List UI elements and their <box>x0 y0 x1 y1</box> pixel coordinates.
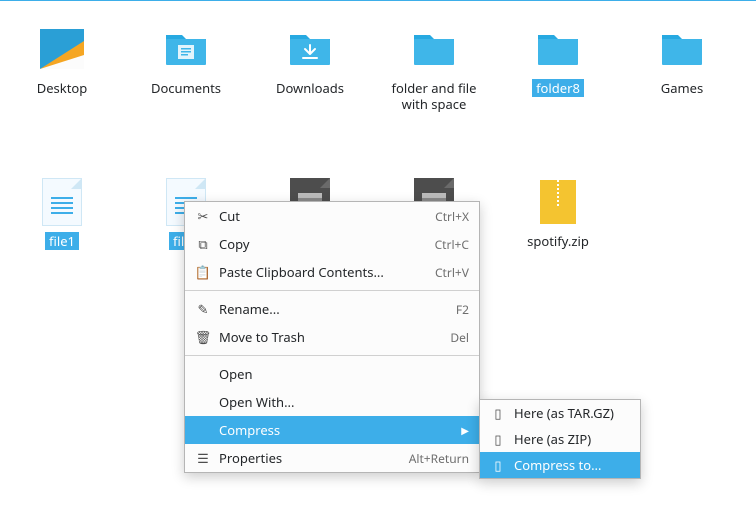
item-games[interactable]: Games <box>620 25 744 114</box>
menu-open[interactable]: Open <box>185 360 479 388</box>
desktop-icon <box>38 25 86 73</box>
menu-properties[interactable]: ☰ Properties Alt+Return <box>185 444 479 472</box>
menu-open-with[interactable]: Open With... <box>185 388 479 416</box>
menu-shortcut: F2 <box>456 301 469 318</box>
menu-rename[interactable]: ✎ Rename... F2 <box>185 295 479 323</box>
menu-label: Cut <box>213 207 435 225</box>
item-folder-with-space[interactable]: folder and file with space <box>372 25 496 114</box>
submenu-here-targz[interactable]: ▯ Here (as TAR.GZ) <box>480 400 640 426</box>
item-label: spotify.zip <box>523 232 593 250</box>
item-downloads[interactable]: Downloads <box>248 25 372 114</box>
menu-label: Open <box>213 365 469 383</box>
menu-cut[interactable]: ✂ Cut Ctrl+X <box>185 202 479 230</box>
folder-icon <box>534 25 582 73</box>
menu-label: Here (as ZIP) <box>508 430 630 448</box>
archive-icon: ▯ <box>488 430 508 448</box>
item-label: Desktop <box>33 79 92 97</box>
menu-label: Paste Clipboard Contents... <box>213 263 435 281</box>
menu-label: Open With... <box>213 393 469 411</box>
text-file-icon <box>38 178 86 226</box>
item-label: Documents <box>147 79 225 97</box>
archive-icon: ▯ <box>488 404 508 422</box>
menu-label: Compress <box>213 421 461 439</box>
item-folder8[interactable]: folder8 <box>496 25 620 114</box>
item-label: Downloads <box>272 79 348 97</box>
menu-label: Move to Trash <box>213 328 450 346</box>
item-spotify-zip[interactable]: spotify.zip <box>496 178 620 250</box>
folder-icon <box>658 25 706 73</box>
trash-icon: 🗑 <box>193 328 213 346</box>
item-label: folder and file with space <box>379 79 489 114</box>
file-manager-viewport[interactable]: Desktop Documents Downloads folder and f… <box>0 1 756 250</box>
menu-trash[interactable]: 🗑 Move to Trash Del <box>185 323 479 351</box>
menu-label: Rename... <box>213 300 456 318</box>
menu-compress[interactable]: Compress ▶ <box>185 416 479 444</box>
menu-shortcut: Ctrl+X <box>435 208 469 225</box>
submenu-here-zip[interactable]: ▯ Here (as ZIP) <box>480 426 640 452</box>
folder-documents-icon <box>162 25 210 73</box>
item-label: folder8 <box>532 79 584 97</box>
item-file1[interactable]: file1 <box>0 178 124 250</box>
menu-copy[interactable]: ⧉ Copy Ctrl+C <box>185 230 479 258</box>
item-label: Games <box>657 79 707 97</box>
menu-shortcut: Ctrl+C <box>435 236 469 253</box>
menu-label: Properties <box>213 449 409 467</box>
context-menu: ✂ Cut Ctrl+X ⧉ Copy Ctrl+C 📋 Paste Clipb… <box>184 201 480 473</box>
menu-separator <box>185 355 479 356</box>
menu-shortcut: Alt+Return <box>409 450 469 467</box>
menu-separator <box>185 290 479 291</box>
menu-shortcut: Ctrl+V <box>435 264 469 281</box>
menu-shortcut: Del <box>450 329 469 346</box>
chevron-right-icon: ▶ <box>461 423 469 437</box>
menu-label: Compress to... <box>508 456 630 474</box>
folder-icon <box>410 25 458 73</box>
paste-icon: 📋 <box>193 263 213 281</box>
folder-downloads-icon <box>286 25 334 73</box>
item-documents[interactable]: Documents <box>124 25 248 114</box>
menu-label: Here (as TAR.GZ) <box>508 404 630 422</box>
properties-icon: ☰ <box>193 449 213 467</box>
menu-paste[interactable]: 📋 Paste Clipboard Contents... Ctrl+V <box>185 258 479 286</box>
menu-label: Copy <box>213 235 435 253</box>
cut-icon: ✂ <box>193 207 213 225</box>
rename-icon: ✎ <box>193 300 213 318</box>
archive-icon <box>534 178 582 226</box>
compress-submenu: ▯ Here (as TAR.GZ) ▯ Here (as ZIP) ▯ Com… <box>479 399 641 479</box>
copy-icon: ⧉ <box>193 235 213 253</box>
item-desktop[interactable]: Desktop <box>0 25 124 114</box>
archive-icon: ▯ <box>488 456 508 474</box>
icon-row-1: Desktop Documents Downloads folder and f… <box>0 25 756 114</box>
item-label: file1 <box>45 232 79 250</box>
submenu-compress-to[interactable]: ▯ Compress to... <box>480 452 640 478</box>
